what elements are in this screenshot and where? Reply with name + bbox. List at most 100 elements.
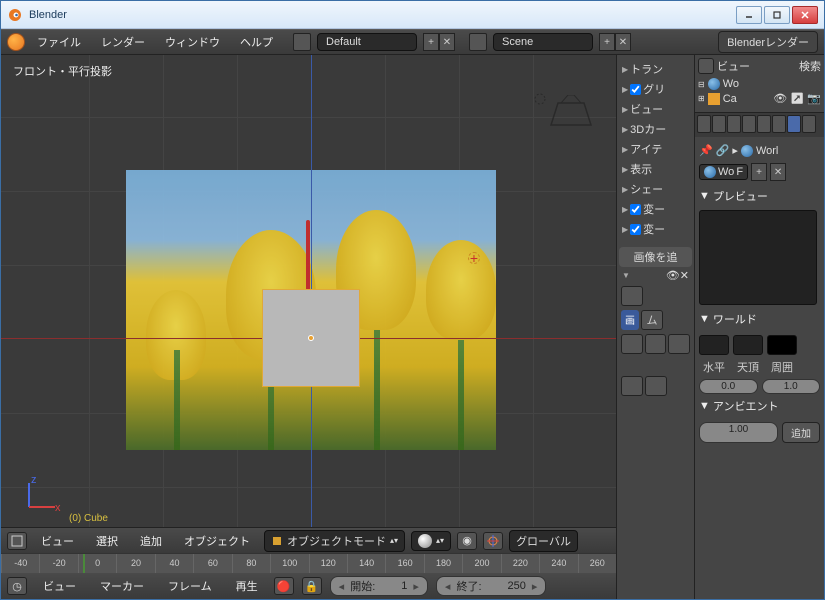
- bgimage-expand[interactable]: ▼👁✕: [619, 267, 692, 284]
- maximize-button[interactable]: [764, 6, 790, 24]
- panel-shading[interactable]: ▶シェー: [619, 179, 692, 199]
- info-header: ファイル レンダー ウィンドウ ヘルプ Default +✕ Scene +✕ …: [1, 29, 824, 55]
- end-frame-field[interactable]: ◂終了:250▸: [436, 576, 546, 596]
- bgimage-add-button[interactable]: 画像を追: [619, 247, 692, 267]
- tab-render[interactable]: [697, 115, 711, 133]
- tab-world[interactable]: [742, 115, 756, 133]
- world-datablock[interactable]: Wo F: [699, 164, 748, 180]
- timeline-mark: 260: [578, 554, 616, 573]
- panel-display[interactable]: ▶表示: [619, 159, 692, 179]
- tab-layers[interactable]: [727, 115, 741, 133]
- cube-object[interactable]: [262, 289, 360, 387]
- layout-add-button[interactable]: +: [423, 33, 439, 51]
- grid-checkbox[interactable]: [630, 84, 641, 95]
- tab-constraints[interactable]: [772, 115, 786, 133]
- menu-window[interactable]: ウィンドウ: [157, 31, 228, 53]
- horizon-color[interactable]: [699, 335, 729, 355]
- timeline-frame-menu[interactable]: フレーム: [160, 575, 220, 597]
- properties-region: ▶トラン ▶グリ ▶ビュー ▶3Dカー ▶アイテ ▶表示 ▶シェー ▶変ー ▶変…: [616, 55, 694, 599]
- ambient-panel-header[interactable]: ▼アンビエント: [699, 394, 820, 418]
- mode-select[interactable]: オブジェクトモード ▴▾: [264, 530, 405, 552]
- panel-item[interactable]: ▶アイテ: [619, 139, 692, 159]
- layout-name-field[interactable]: Default: [317, 33, 417, 51]
- select-menu[interactable]: 選択: [88, 530, 126, 552]
- zenith-color[interactable]: [733, 335, 763, 355]
- scene-browse-icon[interactable]: [469, 33, 487, 51]
- preview-panel-header[interactable]: ▼プレビュー: [699, 184, 820, 208]
- minimize-button[interactable]: [736, 6, 762, 24]
- lamp-wireframe-icon: [530, 89, 550, 109]
- panel-transform[interactable]: ▶トラン: [619, 59, 692, 79]
- timeline-view-menu[interactable]: ビュー: [35, 575, 84, 597]
- datablock-add-button[interactable]: +: [751, 163, 767, 181]
- scene-name-field[interactable]: Scene: [493, 33, 593, 51]
- globe-icon: [741, 145, 753, 157]
- close-button[interactable]: [792, 6, 818, 24]
- image-source-button[interactable]: 画: [621, 310, 639, 330]
- scene-delete-button[interactable]: ✕: [615, 33, 631, 51]
- opt-button[interactable]: [621, 334, 643, 354]
- outliner-editor-icon[interactable]: [698, 58, 714, 74]
- range-slider[interactable]: 1.0: [762, 379, 821, 394]
- exposure-slider[interactable]: 0.0: [699, 379, 758, 394]
- panel-view[interactable]: ▶ビュー: [619, 99, 692, 119]
- timeline-mark: 80: [232, 554, 270, 573]
- timeline-mark: 120: [309, 554, 347, 573]
- outliner-item-camera[interactable]: ⊞Ca👁 ↗ 📷: [698, 91, 821, 106]
- layout-browse-icon[interactable]: [293, 33, 311, 51]
- timeline-ruler[interactable]: -40 -20 0 20 40 60 80 100 120 140 160 18…: [1, 553, 616, 573]
- auto-keyframe-toggle[interactable]: 🔴: [274, 577, 294, 595]
- world-panel-header[interactable]: ▼ワールド: [699, 307, 820, 331]
- opt-button[interactable]: [645, 376, 667, 396]
- outliner-view-menu[interactable]: ビュー: [717, 58, 750, 74]
- ambient-color[interactable]: [767, 335, 797, 355]
- view-menu[interactable]: ビュー: [33, 530, 82, 552]
- 3d-viewport[interactable]: フロント・平行投影 z x (0) Cube: [1, 55, 616, 527]
- menu-help[interactable]: ヘルプ: [232, 31, 281, 53]
- add-button[interactable]: 追加: [782, 422, 820, 443]
- render-engine-select[interactable]: Blenderレンダー: [718, 31, 818, 53]
- outliner-item-world[interactable]: ⊟Wo: [698, 77, 821, 91]
- x-button[interactable]: [668, 334, 690, 354]
- datablock-delete-button[interactable]: ✕: [770, 163, 786, 181]
- opt-button[interactable]: [645, 334, 667, 354]
- window-title: Blender: [29, 9, 736, 21]
- movie-button[interactable]: ム: [641, 310, 663, 330]
- pin-icon[interactable]: 📌: [699, 144, 713, 157]
- panel-3dcursor[interactable]: ▶3Dカー: [619, 119, 692, 139]
- timeline-mark: 60: [193, 554, 231, 573]
- orientation-select[interactable]: グローバル: [509, 530, 578, 552]
- tab-material[interactable]: [802, 115, 816, 133]
- shading-select[interactable]: ▴▾: [411, 531, 451, 551]
- start-frame-field[interactable]: ◂開始:1▸: [330, 576, 428, 596]
- editor-type-timeline-icon[interactable]: ◷: [7, 577, 27, 595]
- outliner-search[interactable]: 検索: [799, 58, 821, 74]
- timeline-header: ◷ ビュー マーカー フレーム 再生 🔴 🔒 ◂開始:1▸ ◂終了:250▸: [1, 573, 616, 599]
- horizon-label: 水平: [699, 359, 729, 375]
- object-menu[interactable]: オブジェクト: [176, 530, 258, 552]
- manipulator-toggle[interactable]: [483, 532, 503, 550]
- layout-delete-button[interactable]: ✕: [439, 33, 455, 51]
- timeline-marker-menu[interactable]: マーカー: [92, 575, 152, 597]
- tab-scene[interactable]: [712, 115, 726, 133]
- editor-type-icon[interactable]: [7, 33, 25, 51]
- ambient-value-slider[interactable]: 1.00: [699, 422, 778, 443]
- scene-add-button[interactable]: +: [599, 33, 615, 51]
- add-menu[interactable]: 追加: [132, 530, 170, 552]
- panel-grid[interactable]: ▶グリ: [619, 79, 692, 99]
- lock-icon[interactable]: 🔒: [302, 577, 322, 595]
- tab-world-active[interactable]: [787, 115, 801, 133]
- checkbox[interactable]: [630, 224, 641, 235]
- checkbox[interactable]: [630, 204, 641, 215]
- tab-object[interactable]: [757, 115, 771, 133]
- menu-file[interactable]: ファイル: [29, 31, 89, 53]
- timeline-cursor[interactable]: [83, 554, 85, 573]
- pivot-select[interactable]: ◉: [457, 532, 477, 550]
- opt-button[interactable]: [621, 376, 643, 396]
- editor-type-3dview-icon[interactable]: [7, 532, 27, 550]
- panel-transform3[interactable]: ▶変ー: [619, 219, 692, 239]
- timeline-playback-menu[interactable]: 再生: [228, 575, 266, 597]
- menu-render[interactable]: レンダー: [93, 31, 153, 53]
- panel-transform2[interactable]: ▶変ー: [619, 199, 692, 219]
- arrow-up-icon[interactable]: [621, 286, 643, 306]
